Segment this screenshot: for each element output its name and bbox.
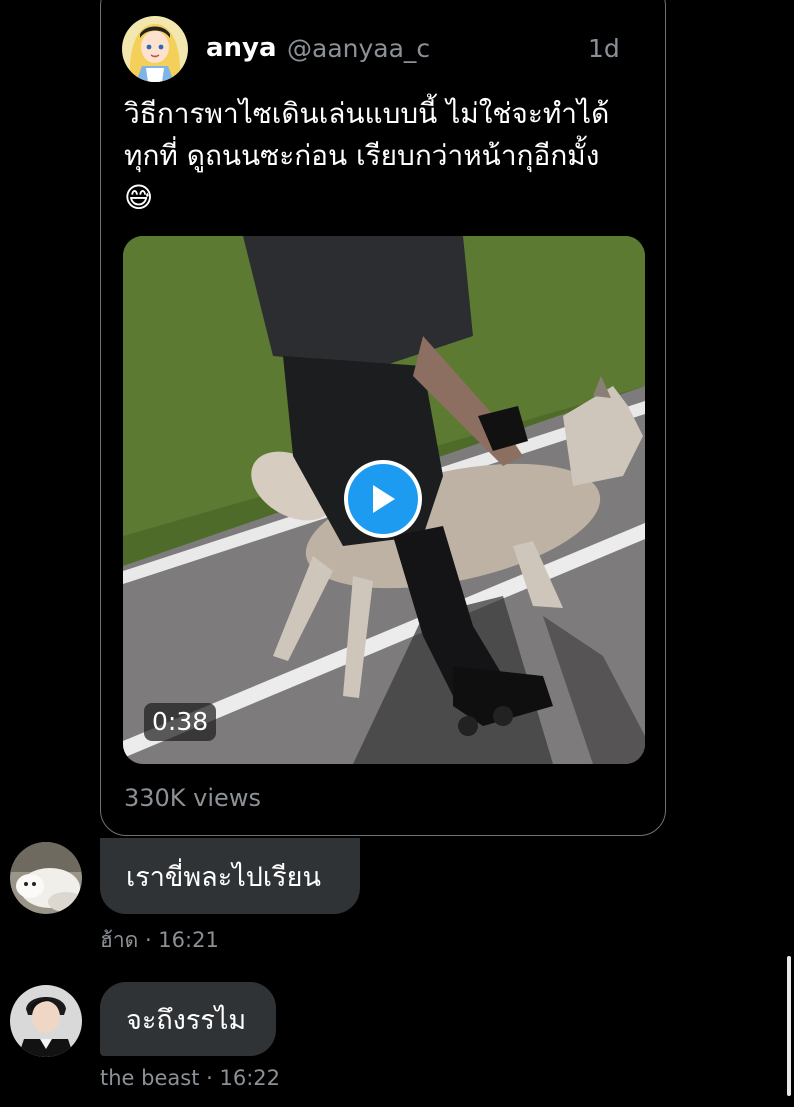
play-icon xyxy=(373,485,395,513)
message-meta-1: ฮ้าด · 16:21 xyxy=(100,924,219,957)
scrollbar[interactable] xyxy=(787,956,791,1096)
author-name[interactable]: anya xyxy=(206,33,277,63)
message-meta-2: the beast · 16:22 xyxy=(100,1066,280,1090)
alice-avatar-icon xyxy=(122,16,188,82)
dog-avatar-icon xyxy=(10,842,82,914)
message-text-1: เราขี่พละไปเรียน xyxy=(126,861,321,893)
message-time-1: · 16:21 xyxy=(144,928,219,952)
view-count: 330K views xyxy=(124,784,261,812)
message-text-2: จะถึงรรไม xyxy=(126,1004,247,1036)
sender-avatar-1[interactable] xyxy=(10,842,82,914)
tweet-emoji: 😅 xyxy=(124,181,154,214)
tweet-text: วิธีการพาไซเดินเล่นแบบนี้ ไม่ใช่จะทำได้ … xyxy=(124,93,654,219)
video-duration-badge: 0:38 xyxy=(144,703,217,741)
play-button[interactable] xyxy=(344,460,422,538)
message-bubble-1[interactable]: เราขี่พละไปเรียน xyxy=(100,838,360,914)
message-sender-2: the beast xyxy=(100,1066,200,1090)
message-time-2: · 16:22 xyxy=(206,1066,280,1090)
author-handle[interactable]: @aanyaa_c xyxy=(287,34,430,63)
author-avatar[interactable] xyxy=(122,16,188,82)
sender-avatar-2[interactable] xyxy=(10,985,82,1057)
tweet-timestamp[interactable]: 1d xyxy=(588,34,620,63)
message-sender-1: ฮ้าด xyxy=(100,928,139,952)
message-bubble-2[interactable]: จะถึงรรไม xyxy=(100,982,276,1056)
tweet-text-line-2: ทุกที่ ดูถนนซะก่อน เรียบกว่าหน้ากุอีกมั้… xyxy=(124,139,600,172)
person-avatar-icon xyxy=(10,985,82,1057)
tweet-text-line-1: วิธีการพาไซเดินเล่นแบบนี้ ไม่ใช่จะทำได้ xyxy=(124,97,610,130)
